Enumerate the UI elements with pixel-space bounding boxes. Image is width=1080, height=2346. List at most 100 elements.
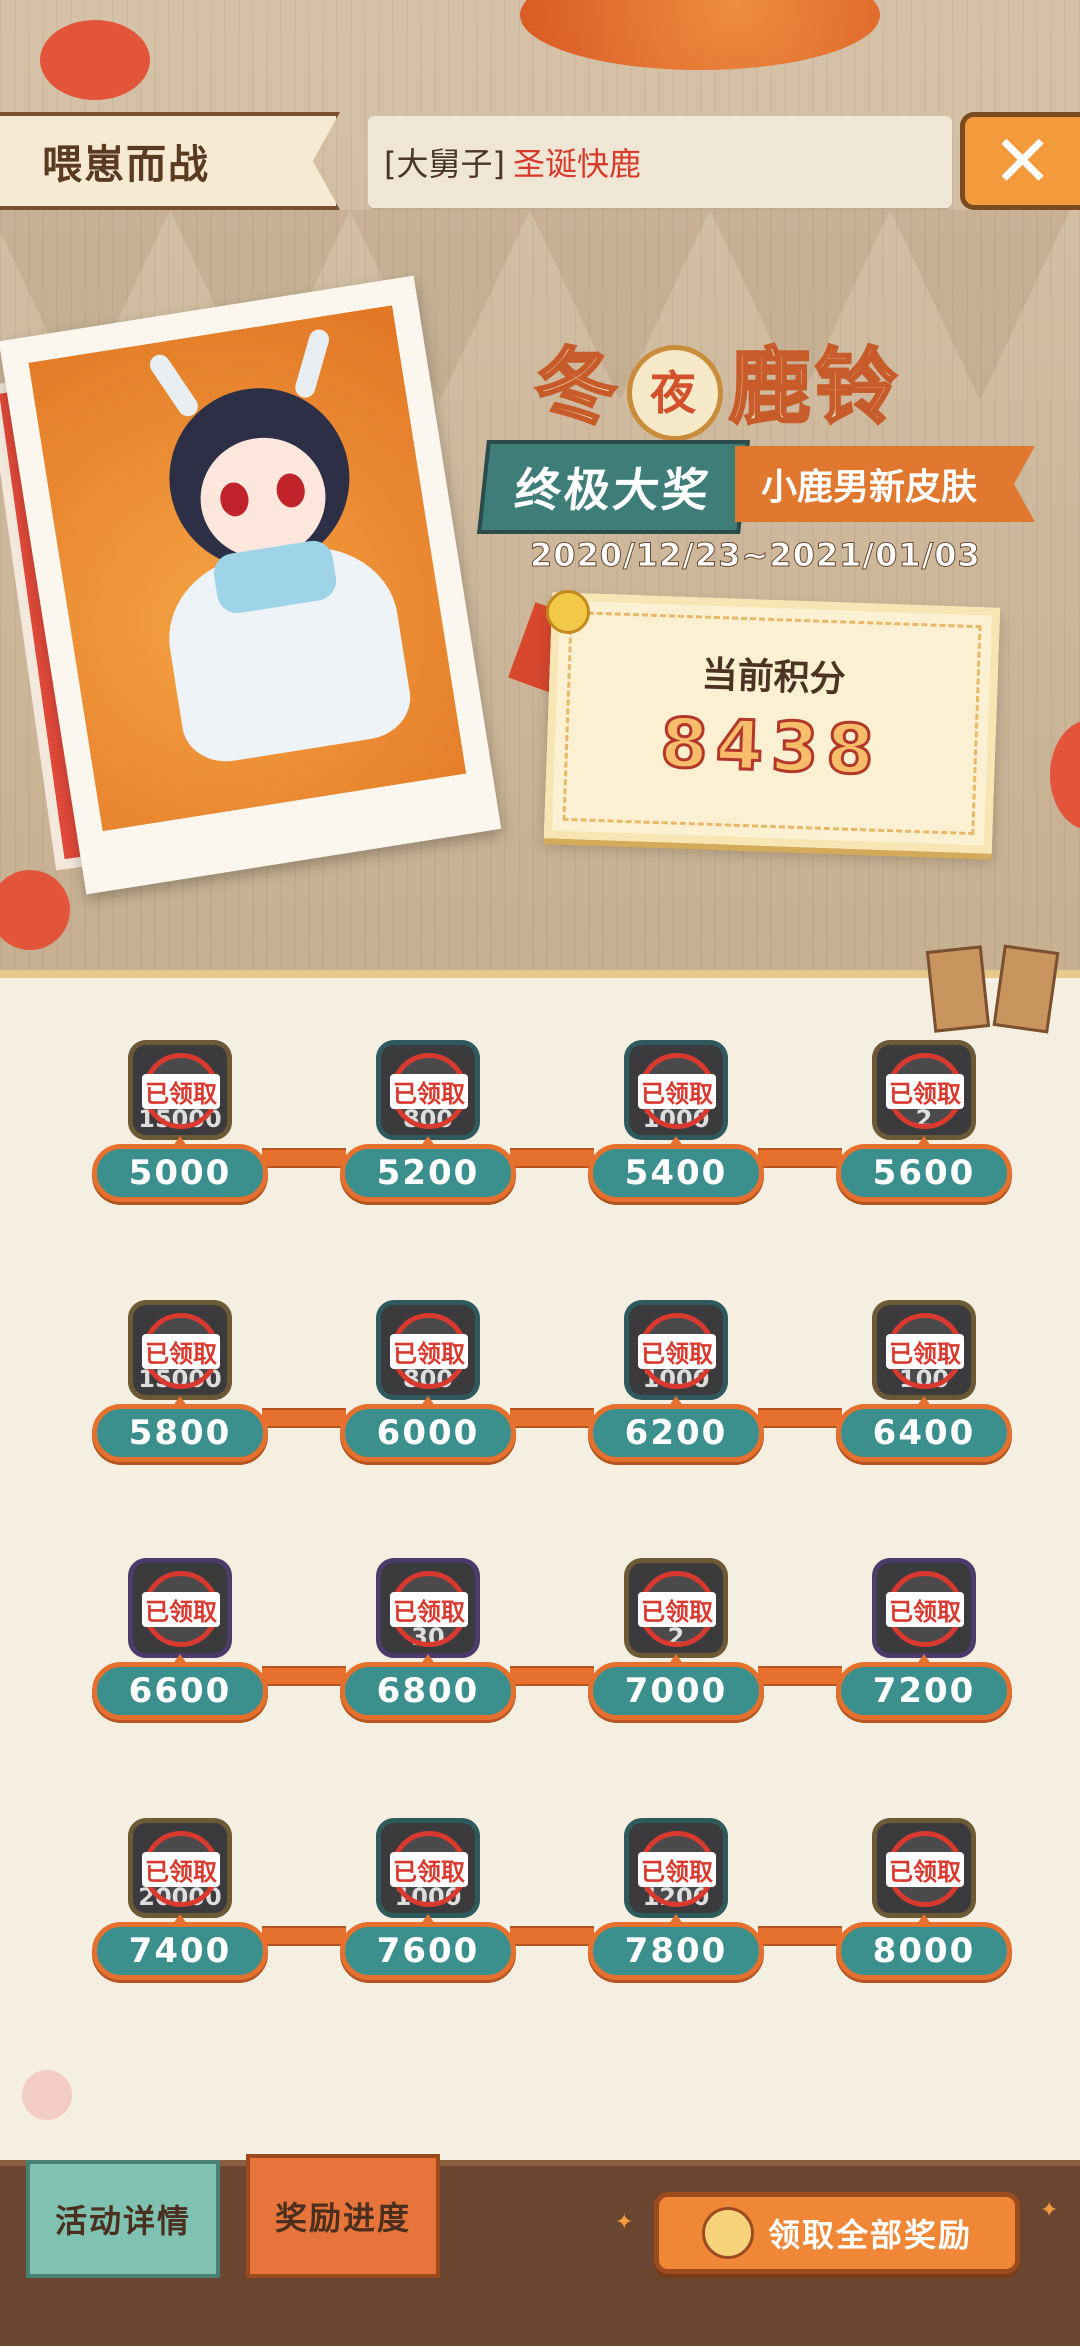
claimed-stamp: 已领取 (886, 1571, 964, 1647)
milestone-row: 20000 已领取 7400 1000 已领取 7600 1200 已领取 7800 已领取 800… (0, 1818, 1080, 1988)
milestone-item[interactable]: 800 已领取 6000 (340, 1300, 516, 1470)
event-banner: 喂崽而战 [大舅子] 圣诞快鹿 ✕ 冬夜鹿铃 终极大奖 小鹿男新皮肤 2020/… (0, 0, 1080, 975)
progress-connector (262, 1408, 346, 1428)
antler-left (145, 350, 202, 421)
milestone-points: 6000 (340, 1404, 516, 1462)
milestone-item[interactable]: 1000 已领取 7600 (340, 1818, 516, 1988)
claimed-stamp: 已领取 (886, 1053, 964, 1129)
claim-all-label: 领取全部奖励 (767, 2216, 972, 2254)
score-card: 当前积分 8438 (543, 592, 1001, 854)
progress-connector (262, 1926, 346, 1946)
reward-icon: 2 已领取 (624, 1558, 728, 1658)
claimed-stamp: 已领取 (390, 1053, 468, 1129)
milestone-points: 7800 (588, 1922, 764, 1980)
claimed-stamp: 已领取 (390, 1831, 468, 1907)
claimed-stamp: 已领取 (390, 1313, 468, 1389)
milestone-points: 7600 (340, 1922, 516, 1980)
claimed-stamp: 已领取 (638, 1831, 716, 1907)
claimed-label: 已领取 (638, 1591, 716, 1627)
medal-icon (546, 590, 590, 634)
claimed-stamp: 已领取 (142, 1053, 220, 1129)
milestone-points: 6600 (92, 1662, 268, 1720)
claimed-stamp: 已领取 (142, 1831, 220, 1907)
background-pattern (890, 210, 1070, 400)
close-button[interactable]: ✕ (960, 112, 1080, 210)
milestone-item[interactable]: 15000 已领取 5800 (92, 1300, 268, 1470)
reward-icon: 15000 已领取 (128, 1040, 232, 1140)
milestone-points: 5400 (588, 1144, 764, 1202)
milestone-item[interactable]: 15000 已领取 5000 (92, 1040, 268, 1210)
sparkle-icon: ✦ (615, 2210, 634, 2235)
reward-icon: 800 已领取 (376, 1300, 480, 1400)
new-skin-label: 小鹿男新皮肤 (735, 446, 1035, 522)
claimed-stamp: 已领取 (638, 1053, 716, 1129)
progress-connector (510, 1926, 594, 1946)
claimed-label: 已领取 (638, 1333, 716, 1369)
tab-activity-details[interactable]: 活动详情 (26, 2160, 220, 2278)
progress-connector (262, 1148, 346, 1168)
milestone-item[interactable]: 30 已领取 6800 (340, 1558, 516, 1728)
claimed-label: 已领取 (638, 1073, 716, 1109)
claimed-label: 已领取 (142, 1851, 220, 1887)
claimed-label: 已领取 (638, 1851, 716, 1887)
reward-icon: 1000 已领取 (376, 1818, 480, 1918)
claimed-label: 已领取 (390, 1073, 468, 1109)
sparkle-icon: ✦ (1040, 2198, 1059, 2223)
claimed-stamp: 已领取 (390, 1571, 468, 1647)
skin-preview-photo (0, 275, 502, 895)
event-title-right: 鹿铃 (728, 339, 902, 437)
milestone-points: 7000 (588, 1662, 764, 1720)
moon-badge-icon: 夜 (627, 344, 724, 441)
claim-all-rewards-button[interactable]: 领取全部奖励 (654, 2192, 1020, 2274)
antler-right (292, 327, 332, 400)
subtitle-highlight: 圣诞快鹿 (512, 145, 641, 183)
milestone-item[interactable]: 已领取 7200 (836, 1558, 1012, 1728)
milestone-item[interactable]: 2 已领取 5600 (836, 1040, 1012, 1210)
milestone-row: 15000 已领取 5800 800 已领取 6000 1000 已领取 6200 100 已领取 6… (0, 1300, 1080, 1470)
claimed-label: 已领取 (390, 1591, 468, 1627)
reward-bag-icon (701, 2207, 754, 2259)
reward-icon: 已领取 (872, 1558, 976, 1658)
reward-icon: 30 已领取 (376, 1558, 480, 1658)
milestone-row: 已领取 6600 30 已领取 6800 2 已领取 7000 已领取 7200 (0, 1558, 1080, 1728)
milestone-points: 6400 (836, 1404, 1012, 1462)
claimed-stamp: 已领取 (142, 1571, 220, 1647)
milestone-item[interactable]: 已领取 8000 (836, 1818, 1012, 1988)
claimed-label: 已领取 (390, 1851, 468, 1887)
progress-connector (758, 1666, 842, 1686)
skin-preview-image (28, 305, 467, 832)
milestone-points: 5800 (92, 1404, 268, 1462)
milestone-points: 5600 (836, 1144, 1012, 1202)
reward-icon: 15000 已领取 (128, 1300, 232, 1400)
tab-reward-progress[interactable]: 奖励进度 (246, 2154, 440, 2278)
reward-icon: 100 已领取 (872, 1300, 976, 1400)
score-value: 8438 (658, 703, 885, 793)
claimed-stamp: 已领取 (142, 1313, 220, 1389)
milestone-item[interactable]: 20000 已领取 7400 (92, 1818, 268, 1988)
claimed-stamp: 已领取 (886, 1313, 964, 1389)
milestone-points: 5000 (92, 1144, 268, 1202)
claimed-stamp: 已领取 (638, 1571, 716, 1647)
milestone-item[interactable]: 1000 已领取 5400 (588, 1040, 764, 1210)
claimed-label: 已领取 (886, 1591, 964, 1627)
claimed-label: 已领取 (886, 1073, 964, 1109)
grand-prize-label: 终极大奖 (477, 440, 750, 534)
flower-decoration (0, 870, 70, 950)
milestone-item[interactable]: 1200 已领取 7800 (588, 1818, 764, 1988)
claimed-stamp: 已领取 (638, 1313, 716, 1389)
milestone-item[interactable]: 已领取 6600 (92, 1558, 268, 1728)
milestone-points: 7400 (92, 1922, 268, 1980)
progress-connector (758, 1408, 842, 1428)
milestone-item[interactable]: 1000 已领取 6200 (588, 1300, 764, 1470)
milestone-item[interactable]: 800 已领取 5200 (340, 1040, 516, 1210)
milestone-points: 7200 (836, 1662, 1012, 1720)
event-title-left: 冬 (533, 339, 622, 437)
milestone-item[interactable]: 100 已领取 6400 (836, 1300, 1012, 1470)
milestone-points: 5200 (340, 1144, 516, 1202)
event-subtitle: [大舅子] 圣诞快鹿 (368, 116, 952, 208)
wood-sign-decoration (925, 945, 991, 1033)
reward-icon: 800 已领取 (376, 1040, 480, 1140)
milestone-item[interactable]: 2 已领取 7000 (588, 1558, 764, 1728)
claimed-label: 已领取 (142, 1333, 220, 1369)
milestone-points: 8000 (836, 1922, 1012, 1980)
